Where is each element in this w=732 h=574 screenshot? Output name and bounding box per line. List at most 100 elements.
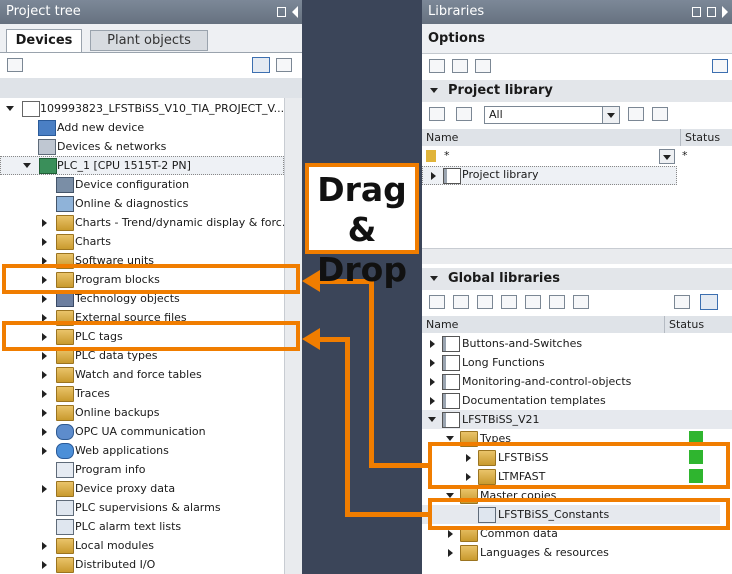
tab-devices-label: Devices — [15, 33, 73, 48]
tree-view-icon[interactable] — [252, 57, 270, 73]
tree-item-local-modules[interactable]: Local modules — [0, 536, 302, 555]
tree-item-charts-trend[interactable]: Charts - Trend/dynamic display & forc... — [0, 213, 302, 232]
tree-item-opc-ua[interactable]: OPC UA communication — [0, 422, 302, 441]
expand-icon[interactable] — [42, 542, 47, 550]
expand-icon[interactable] — [42, 409, 47, 417]
tree-item-program-info[interactable]: Program info — [0, 460, 302, 479]
gl-import-icon[interactable] — [549, 295, 565, 309]
tree-item-plc-alarm-text[interactable]: PLC alarm text lists — [0, 517, 302, 536]
expand-icon[interactable] — [42, 219, 47, 227]
expand-icon[interactable] — [42, 238, 47, 246]
library-save-icon[interactable] — [475, 59, 491, 73]
tree-item-watch-force-tables[interactable]: Watch and force tables — [0, 365, 302, 384]
folder-icon — [56, 234, 74, 250]
tree-item-devices-networks[interactable]: Devices & networks — [0, 137, 302, 156]
tree-settings-icon[interactable] — [7, 58, 23, 72]
chevron-down-icon[interactable] — [659, 149, 675, 164]
expand-icon[interactable] — [42, 428, 47, 436]
library-panel-icon[interactable] — [712, 59, 728, 73]
tree-item-traces[interactable]: Traces — [0, 384, 302, 403]
pl-settings-icon[interactable] — [429, 107, 445, 121]
expand-icon[interactable] — [42, 371, 47, 379]
program-info-icon — [56, 462, 74, 478]
pl-add-icon[interactable] — [628, 107, 644, 121]
tree-item-plc-1[interactable]: PLC_1 [CPU 1515T-2 PN] — [0, 156, 284, 175]
gl-view-icon[interactable] — [700, 294, 718, 310]
tree-refresh-icon[interactable] — [276, 58, 292, 72]
gl-item-monitoring[interactable]: Monitoring-and-control-objects — [422, 372, 666, 391]
library-view-icon[interactable] — [429, 59, 445, 73]
float-pane-icon[interactable] — [692, 7, 701, 17]
pl-filter-row[interactable]: * * — [422, 147, 732, 166]
expand-icon[interactable] — [430, 359, 435, 367]
gl-settings-icon[interactable] — [674, 295, 690, 309]
tree-item-device-proxy-data[interactable]: Device proxy data — [0, 479, 302, 498]
global-libraries-header[interactable]: Global libraries — [422, 268, 732, 290]
expand-icon[interactable] — [448, 549, 453, 557]
tree-root-row[interactable]: 109993823_LFSTBiSS_V10_TIA_PROJECT_V... — [0, 99, 302, 118]
tab-devices[interactable]: Devices — [6, 29, 82, 52]
tree-root-label: 109993823_LFSTBiSS_V10_TIA_PROJECT_V... — [40, 102, 285, 115]
collapse-global-libraries-icon[interactable] — [430, 276, 438, 281]
collapse-left-icon[interactable] — [292, 6, 298, 18]
tree-item-distributed-io[interactable]: Distributed I/O — [0, 555, 302, 574]
tree-item-online-backups[interactable]: Online backups — [0, 403, 302, 422]
gl-export-icon[interactable] — [525, 295, 541, 309]
tree-item-online-diagnostics[interactable]: Online & diagnostics — [0, 194, 302, 213]
expand-root-icon[interactable] — [6, 106, 14, 111]
gl-item-lfstbiss-v21[interactable]: LFSTBiSS_V21 — [422, 410, 732, 429]
project-library-header[interactable]: Project library — [422, 80, 732, 102]
tree-item-plc-supervisions[interactable]: PLC supervisions & alarms — [0, 498, 302, 517]
expand-icon[interactable] — [42, 295, 47, 303]
tree-item-web-applications[interactable]: Web applications — [0, 441, 302, 460]
pane-split-icon[interactable] — [277, 7, 286, 17]
expand-icon[interactable] — [430, 340, 435, 348]
tree-item-label: Device configuration — [75, 178, 190, 191]
expand-icon[interactable] — [42, 561, 47, 569]
pl-filter-select[interactable]: All — [484, 106, 620, 124]
pl-hscrollbar[interactable] — [422, 248, 732, 264]
pl-filter-name: * — [444, 149, 450, 162]
tree-item-label: PLC alarm text lists — [75, 520, 182, 533]
tab-plant-objects[interactable]: Plant objects — [90, 30, 208, 51]
expand-icon[interactable] — [430, 378, 435, 386]
tree-item-charts[interactable]: Charts — [0, 232, 302, 251]
pl-import-icon[interactable] — [652, 107, 668, 121]
pane-split-icon[interactable] — [707, 7, 716, 17]
collapse-project-library-icon[interactable] — [430, 88, 438, 93]
library-book-icon — [442, 355, 460, 371]
project-icon — [22, 101, 40, 117]
folder-icon — [56, 481, 74, 497]
expand-icon[interactable] — [42, 390, 47, 398]
gl-item-languages-resources[interactable]: Languages & resources — [422, 543, 666, 562]
gl-item-long-functions[interactable]: Long Functions — [422, 353, 666, 372]
pl-row-project-library[interactable]: Project library — [422, 166, 677, 185]
collapse-icon[interactable] — [428, 417, 436, 422]
gl-open-library-icon[interactable] — [453, 295, 469, 309]
expand-plc-icon[interactable] — [23, 163, 31, 168]
chevron-down-icon[interactable] — [602, 107, 619, 123]
tree-item-add-new-device[interactable]: Add new device — [0, 118, 302, 137]
expand-icon[interactable] — [42, 352, 47, 360]
gl-refresh-icon[interactable] — [501, 295, 517, 309]
collapse-right-icon[interactable] — [722, 6, 728, 18]
expand-icon[interactable] — [431, 172, 436, 180]
library-open-icon[interactable] — [452, 59, 468, 73]
tree-item-device-configuration[interactable]: Device configuration — [0, 175, 302, 194]
expand-icon[interactable] — [430, 397, 435, 405]
global-libraries-title: Global libraries — [448, 271, 560, 286]
expand-icon[interactable] — [42, 447, 47, 455]
expand-icon[interactable] — [448, 530, 453, 538]
tree-item-label: Charts — [75, 235, 111, 248]
gl-item-documentation-templates[interactable]: Documentation templates — [422, 391, 666, 410]
tree-item-label: OPC UA communication — [75, 425, 206, 438]
gl-item-buttons-and-switches[interactable]: Buttons-and-Switches — [422, 334, 666, 353]
expand-icon[interactable] — [42, 485, 47, 493]
highlight-types — [428, 442, 730, 489]
gl-close-library-icon[interactable] — [477, 295, 493, 309]
collapse-icon[interactable] — [446, 436, 454, 441]
pl-list-icon[interactable] — [456, 107, 472, 121]
gl-database-icon[interactable] — [573, 295, 589, 309]
tree-item-label: Traces — [75, 387, 110, 400]
gl-new-library-icon[interactable] — [429, 295, 445, 309]
